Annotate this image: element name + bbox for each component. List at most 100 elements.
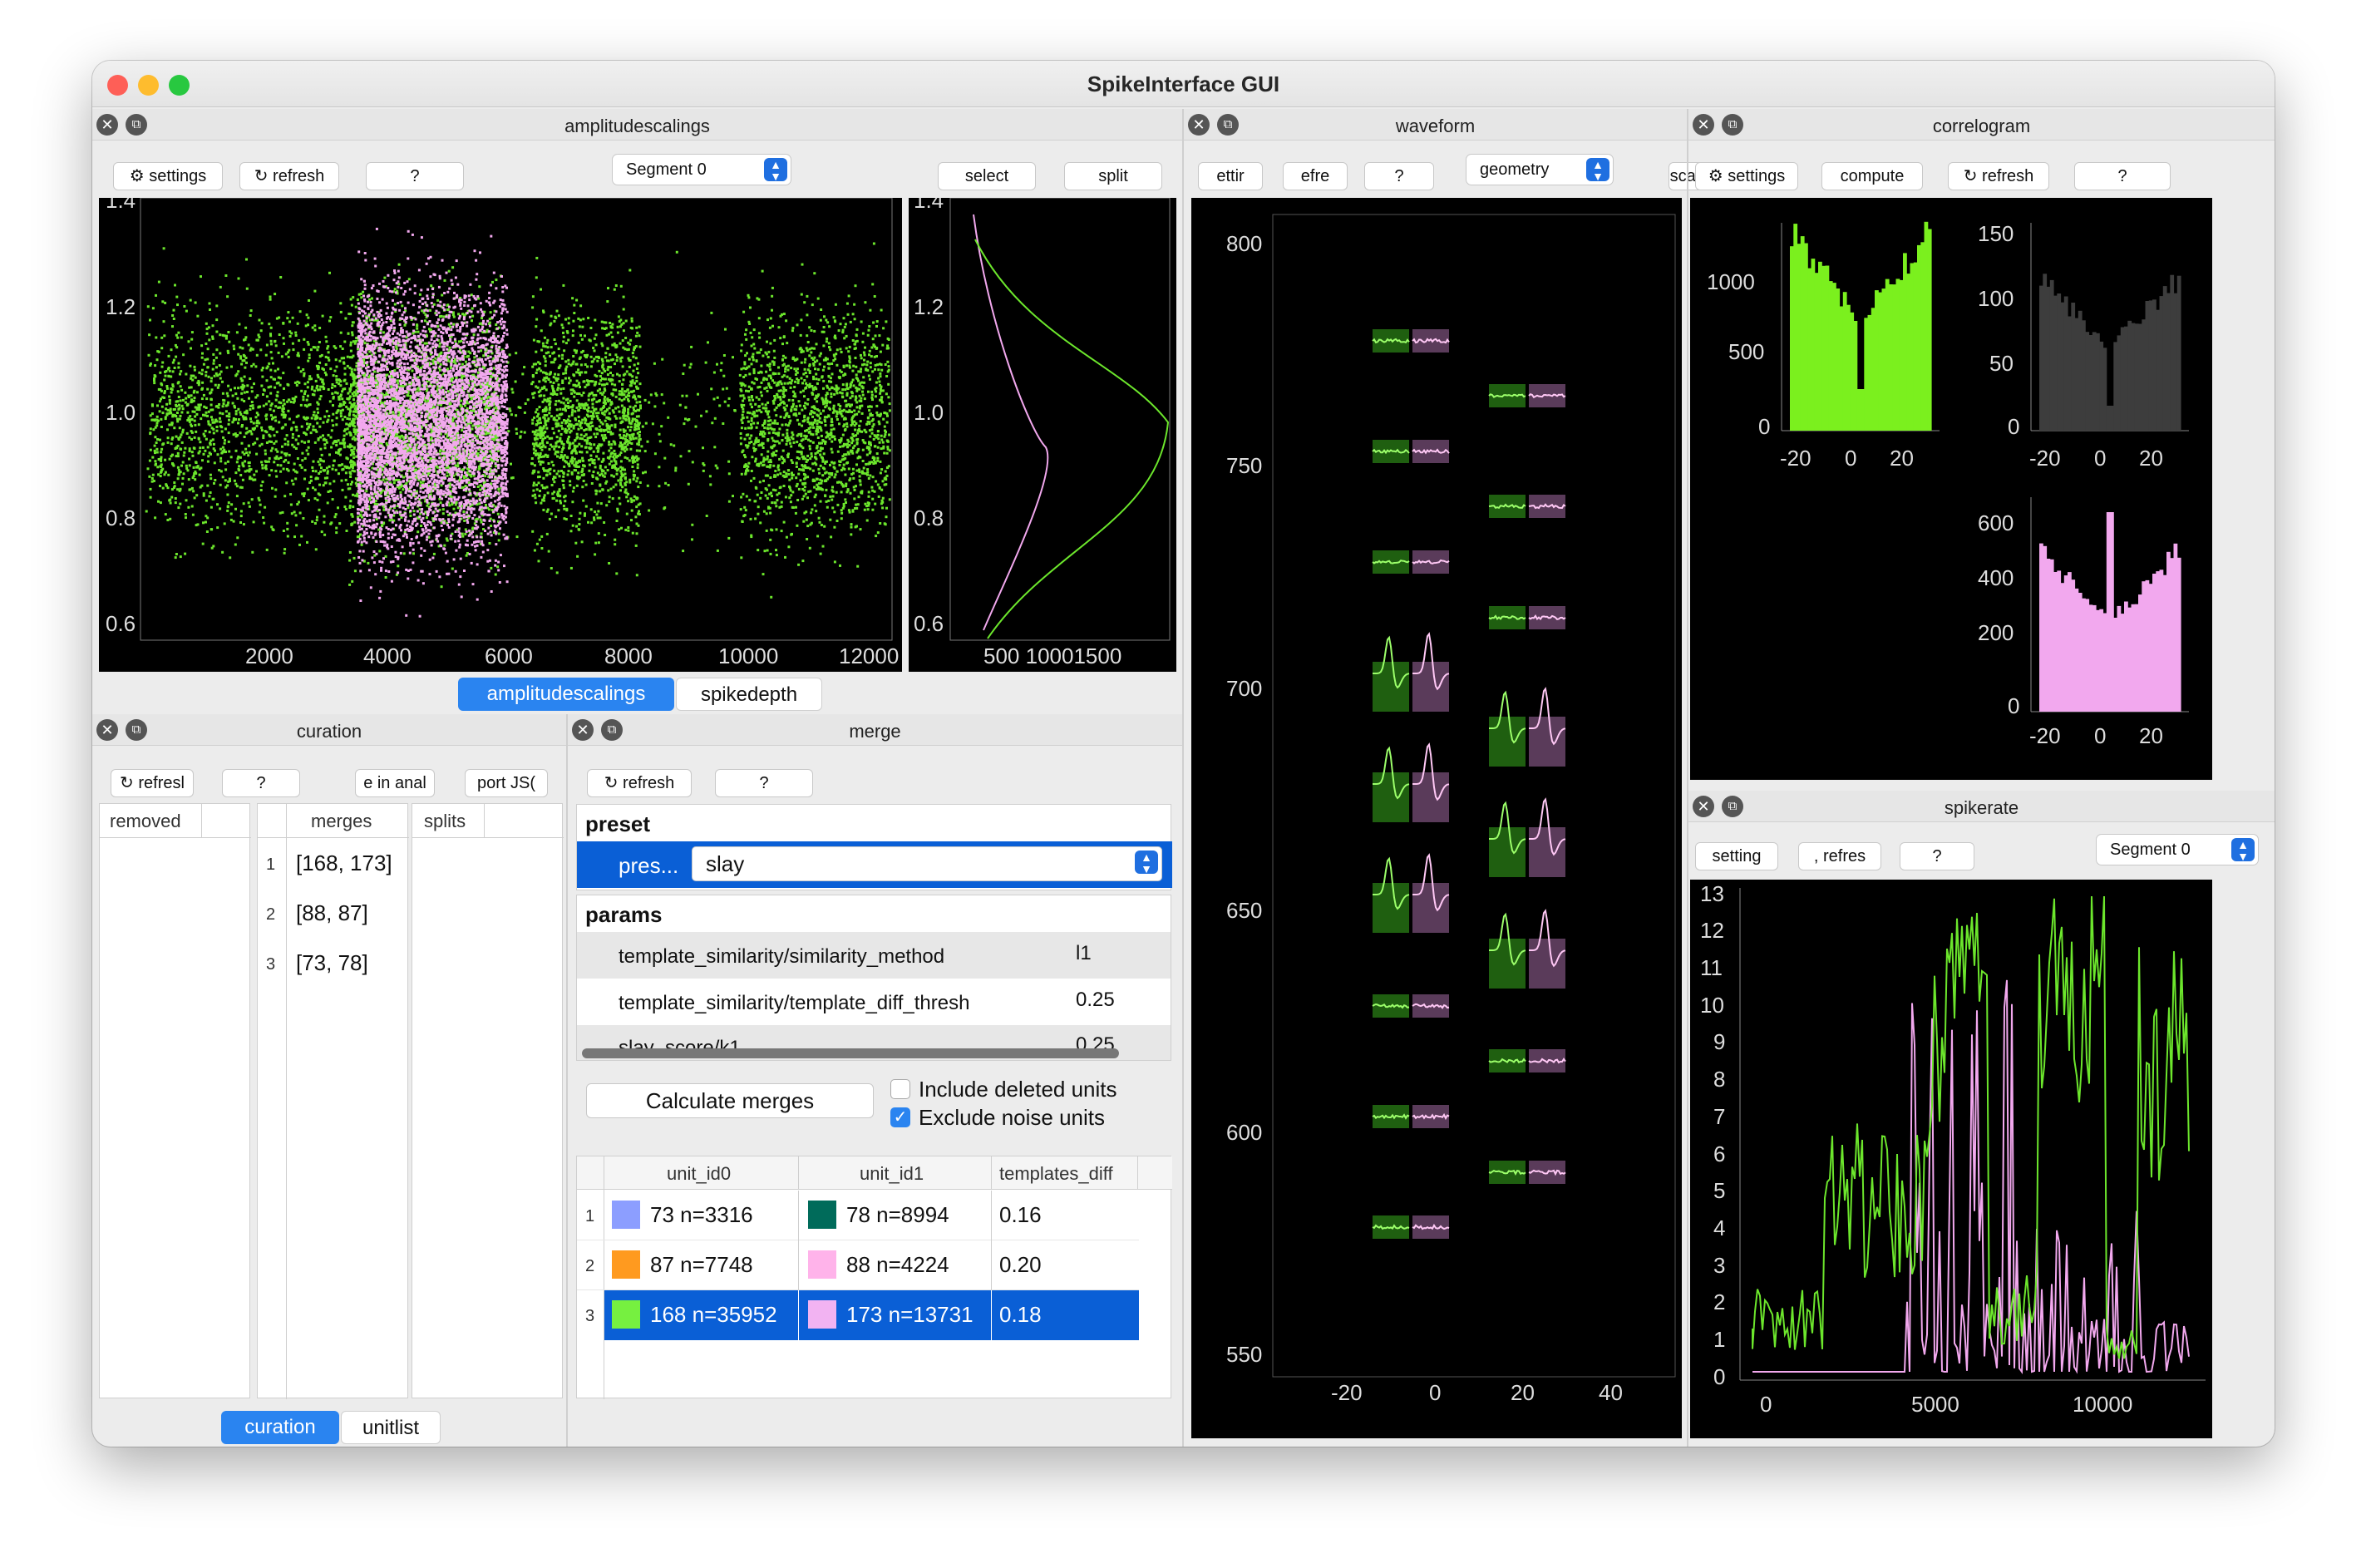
plot-frame xyxy=(1272,214,1676,1378)
column-header[interactable]: unit_id1 xyxy=(860,1163,924,1185)
spikerate-plot[interactable]: 13 12 11 10 9 8 7 6 5 4 3 2 1 0 0 5000 1… xyxy=(1690,880,2212,1438)
merge-refresh-button[interactable]: ↻ refresh xyxy=(587,769,692,797)
compute-button[interactable]: compute xyxy=(1821,162,1923,190)
spikerate-lines xyxy=(1752,895,2190,1374)
x-tick: 500 10001500 xyxy=(983,643,1121,668)
waveform-plot[interactable]: 800 750 700 650 600 550 -20 0 20 40 xyxy=(1191,198,1682,1438)
x-tick: 10000 xyxy=(718,643,778,668)
amplitude-settings-button[interactable]: ⚙ settings xyxy=(113,162,223,190)
spikerate-help-button[interactable]: ? xyxy=(1900,842,1974,870)
x-tick: -20 xyxy=(1331,1380,1363,1405)
unit-color-swatch xyxy=(612,1201,640,1229)
y-tick: 100 xyxy=(1978,286,2014,311)
include-deleted-checkbox[interactable] xyxy=(890,1079,910,1099)
curation-help-button[interactable]: ? xyxy=(222,769,300,797)
y-tick: 1.0 xyxy=(914,400,944,425)
tab-unitlist[interactable]: unitlist xyxy=(341,1411,441,1444)
x-tick: 4000 xyxy=(363,643,412,668)
curation-refresh-button[interactable]: ↻ refresl xyxy=(111,769,194,797)
merges-list[interactable]: merges 1 [168, 173] 2 [88, 87] 3 [73, 78… xyxy=(257,803,409,1399)
unit-cell: 173 n=13731 xyxy=(846,1302,974,1327)
tab-amplitudescalings[interactable]: amplitudescalings xyxy=(458,678,674,711)
y-tick: 13 xyxy=(1700,881,1724,906)
y-tick: 200 xyxy=(1978,620,2014,645)
amplitude-scatter-plot[interactable]: 1.4 1.2 1.0 0.8 0.6 2000 4000 6000 8000 … xyxy=(99,198,902,672)
splitter[interactable] xyxy=(1182,109,1184,1447)
exclude-noise-checkbox[interactable]: ✓ xyxy=(890,1107,910,1127)
amplitude-histogram-plot[interactable]: 1.4 1.2 1.0 0.8 0.6 500 10001500 xyxy=(909,198,1176,672)
params-heading: params xyxy=(585,902,663,927)
waveform-help-button[interactable]: ? xyxy=(1364,162,1434,190)
spikerate-dock-header: ✕ ⧉ spikerate xyxy=(1688,791,2275,822)
unit-cell: 78 n=8994 xyxy=(846,1202,949,1227)
amplitude-help-button[interactable]: ? xyxy=(366,162,464,190)
unit-color-swatch xyxy=(612,1300,640,1329)
include-deleted-label: Include deleted units xyxy=(919,1077,1117,1102)
amplitude-segment-select[interactable]: Segment 0 ▲ ▼ xyxy=(612,154,791,185)
split-button[interactable]: split xyxy=(1064,162,1162,190)
spikerate-segment-select[interactable]: Segment 0 ▲ ▼ xyxy=(2096,834,2259,865)
waveform-refresh-button[interactable]: efre xyxy=(1283,162,1348,190)
y-tick: 550 xyxy=(1226,1342,1262,1367)
column-header[interactable]: templates_diff xyxy=(999,1163,1113,1185)
horizontal-scrollbar[interactable] xyxy=(582,1048,1119,1058)
spikerate-refresh-button[interactable]: , refres xyxy=(1798,842,1881,870)
y-axis-ticks: 1.4 1.2 1.0 0.8 0.6 xyxy=(106,198,136,636)
waveform-mode-select[interactable]: geometry ▲ ▼ xyxy=(1466,154,1614,185)
plot-frame xyxy=(949,198,1171,641)
spikerate-panel-title: spikerate xyxy=(1944,797,2019,818)
waveform-panel-title: waveform xyxy=(1395,116,1476,136)
correlogram-refresh-button[interactable]: ↻ refresh xyxy=(1948,162,2049,190)
x-tick: 20 xyxy=(1511,1380,1535,1405)
correlogram-settings-button[interactable]: ⚙ settings xyxy=(1695,162,1798,190)
splitter[interactable] xyxy=(1687,109,1688,1447)
table-row[interactable]: 1 73 n=3316 78 n=8994 0.16 xyxy=(577,1191,1139,1240)
export-json-button[interactable]: port JS( xyxy=(465,769,548,797)
merge-help-button[interactable]: ? xyxy=(715,769,813,797)
x-tick: 2000 xyxy=(245,643,293,668)
x-tick: 20 xyxy=(2139,723,2163,748)
x-axis-ticks: 2000 4000 6000 8000 10000 12000 xyxy=(245,643,899,668)
x-tick: 6000 xyxy=(485,643,533,668)
calculate-merges-button[interactable]: Calculate merges xyxy=(586,1083,874,1118)
app-window: SpikeInterface GUI ✕ ⧉ amplitudescalings… xyxy=(92,61,2275,1447)
column-header[interactable]: unit_id0 xyxy=(667,1163,731,1185)
spikerate-settings-button[interactable]: setting xyxy=(1695,842,1778,870)
save-in-analyzer-button[interactable]: e in anal xyxy=(355,769,435,797)
amplitude-points xyxy=(145,227,891,618)
correlogram-help-button[interactable]: ? xyxy=(2074,162,2171,190)
param-row[interactable]: template_similarity/template_diff_thresh… xyxy=(577,979,1171,1025)
param-value[interactable]: l1 xyxy=(1076,942,1092,965)
y-tick: 10 xyxy=(1700,993,1724,1018)
splitter[interactable] xyxy=(566,714,568,1447)
table-row-selected[interactable]: 3 168 n=35952 173 n=13731 0.18 xyxy=(577,1290,1139,1340)
correlogram-plot[interactable]: 1000 500 0 -20 0 20 150 100 50 0 -20 0 2… xyxy=(1690,198,2212,780)
merge-candidates-table[interactable]: unit_id0 unit_id1 templates_diff 1 73 n=… xyxy=(576,1156,1172,1399)
diff-cell: 0.20 xyxy=(999,1252,1042,1277)
unit-color-swatch xyxy=(808,1300,836,1329)
tab-curation[interactable]: curation xyxy=(221,1411,339,1444)
correlogram-bars xyxy=(1790,221,1932,431)
param-row[interactable]: template_similarity/similarity_method l1 xyxy=(577,932,1171,979)
correlogram-gray: 150 100 50 0 -20 0 20 xyxy=(1978,221,2189,471)
param-value[interactable]: 0.25 xyxy=(1076,989,1115,1012)
params-box: params template_similarity/similarity_me… xyxy=(576,895,1171,1061)
select-button[interactable]: select xyxy=(938,162,1036,190)
waveform-settings-button[interactable]: ettir xyxy=(1198,162,1263,190)
y-tick: 600 xyxy=(1226,1120,1262,1145)
tab-spikedepth[interactable]: spikedepth xyxy=(676,678,822,711)
y-tick: 0 xyxy=(1758,414,1770,439)
y-tick: 0.6 xyxy=(914,611,944,636)
amplitude-refresh-button[interactable]: ↻ refresh xyxy=(239,162,339,190)
correlogram-pink: 600 400 200 0 -20 0 20 xyxy=(1978,497,2189,748)
merge-panel-title: merge xyxy=(849,721,901,742)
splits-list[interactable]: splits xyxy=(412,803,564,1398)
y-tick: 3 xyxy=(1713,1253,1725,1278)
chevron-updown-icon: ▲ ▼ xyxy=(2231,838,2255,862)
removed-list[interactable]: removed xyxy=(99,803,251,1398)
y-tick: 1 xyxy=(1713,1327,1725,1352)
chevron-updown-icon: ▲ ▼ xyxy=(1135,851,1158,875)
y-tick: 9 xyxy=(1713,1029,1725,1054)
preset-select[interactable]: slay ▲ ▼ xyxy=(692,846,1162,881)
table-row[interactable]: 2 87 n=7748 88 n=4224 0.20 xyxy=(577,1240,1139,1290)
